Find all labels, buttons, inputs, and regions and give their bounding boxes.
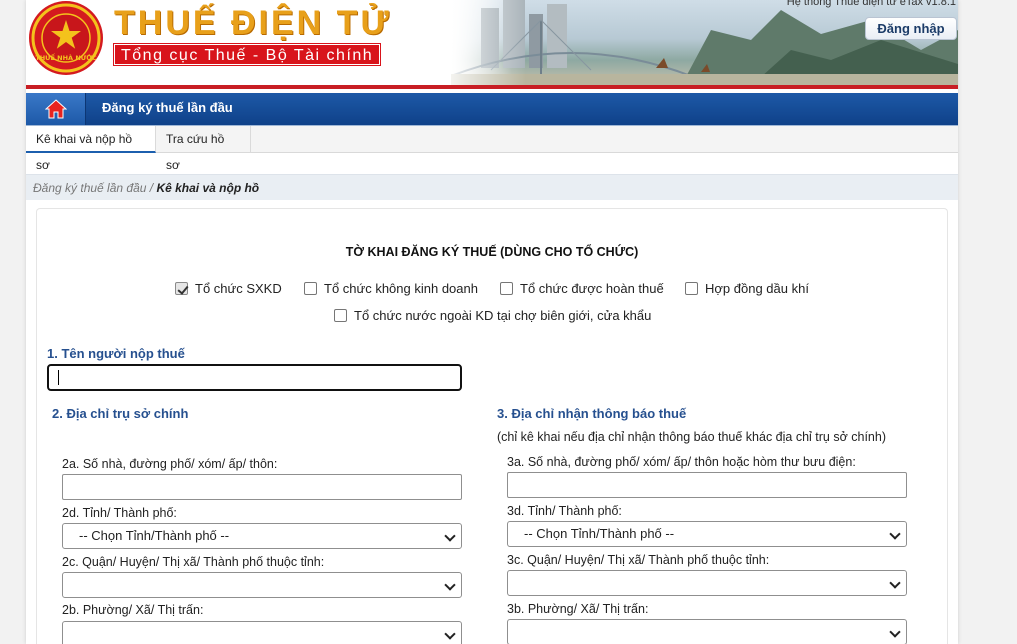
checkbox-label: Tổ chức nước ngoài KD tại chợ biên giới,… — [354, 308, 652, 323]
page: THUẾ NHÀ NƯỚC THUẾ ĐIỆN TỬ Tổng cục Thuế… — [26, 0, 958, 644]
checkbox-label: Tổ chức SXKD — [195, 281, 282, 296]
notice-address-note: (chỉ kê khai nếu địa chỉ nhận thông báo … — [497, 430, 886, 444]
chevron-down-icon — [889, 577, 901, 589]
head-office-ward-select[interactable] — [62, 621, 462, 644]
nav-item-first-registration[interactable]: Đăng ký thuế lần đầu — [102, 93, 233, 123]
tab-declare-submit[interactable]: Kê khai và nộp hồ sơ — [26, 126, 156, 172]
checkbox-box[interactable] — [334, 309, 347, 322]
chevron-down-icon — [889, 528, 901, 540]
tax-emblem-icon: THUẾ NHÀ NƯỚC — [29, 1, 103, 75]
head-office-district-label: 2c. Quận/ Huyện/ Thị xã/ Thành phố thuộc… — [62, 555, 325, 569]
version-text: Hệ thống Thuế điện tử eTax v1.8.1 — [786, 0, 956, 8]
emblem-text: THUẾ NHÀ NƯỚC — [35, 52, 97, 62]
head-office-province-label: 2d. Tỉnh/ Thành phố: — [62, 506, 177, 520]
chevron-down-icon — [889, 626, 901, 638]
form-title: TỜ KHAI ĐĂNG KÝ THUẾ (DÙNG CHO TỔ CHỨC) — [345, 245, 639, 259]
checkbox-label: Tổ chức được hoàn thuế — [520, 281, 664, 296]
tab-bar: Kê khai và nộp hồ sơ Tra cứu hồ sơ — [26, 126, 958, 172]
banner: THUẾ NHÀ NƯỚC THUẾ ĐIỆN TỬ Tổng cục Thuế… — [26, 0, 958, 86]
select-value: -- Chọn Tỉnh/Thành phố -- — [524, 526, 675, 541]
brand-title: THUẾ ĐIỆN TỬ — [114, 4, 392, 42]
home-button[interactable] — [26, 93, 86, 125]
head-office-street-input[interactable] — [62, 474, 462, 500]
checkbox-box[interactable] — [304, 282, 317, 295]
breadcrumb-parent[interactable]: Đăng ký thuế lần đầu — [33, 181, 146, 195]
breadcrumb: Đăng ký thuế lần đầu / Kê khai và nộp hồ — [26, 174, 958, 200]
head-office-title: 2. Địa chỉ trụ sở chính — [52, 406, 189, 421]
select-value: -- Chọn Tỉnh/Thành phố -- — [79, 528, 230, 543]
notice-street-input[interactable] — [507, 472, 907, 498]
chevron-down-icon — [444, 579, 456, 591]
notice-ward-select[interactable] — [507, 619, 907, 644]
home-icon — [45, 99, 67, 119]
notice-province-select[interactable]: -- Chọn Tỉnh/Thành phố -- — [507, 521, 907, 547]
breadcrumb-current: Kê khai và nộp hồ — [156, 181, 260, 195]
checkbox-oil-contract[interactable]: Hợp đồng dầu khí — [685, 281, 809, 296]
head-office-ward-label: 2b. Phường/ Xã/ Thị trấn: — [62, 603, 204, 617]
notice-ward-label: 3b. Phường/ Xã/ Thị trấn: — [507, 602, 649, 616]
notice-street-label: 3a. Số nhà, đường phố/ xóm/ ấp/ thôn hoặ… — [507, 455, 856, 469]
head-office-province-select[interactable]: -- Chọn Tỉnh/Thành phố -- — [62, 523, 462, 549]
checkbox-label: Tổ chức không kinh doanh — [324, 281, 478, 296]
banner-divider — [26, 85, 958, 89]
chevron-down-icon — [444, 628, 456, 640]
notice-address-title: 3. Địa chỉ nhận thông báo thuế — [497, 406, 687, 421]
checkbox-foreign-border[interactable]: Tổ chức nước ngoài KD tại chợ biên giới,… — [334, 308, 651, 323]
taxpayer-name-label: 1. Tên người nộp thuế — [47, 346, 185, 361]
taxpayer-name-input[interactable] — [47, 364, 462, 391]
notice-district-select[interactable] — [507, 570, 907, 596]
notice-province-label: 3d. Tỉnh/ Thành phố: — [507, 504, 622, 518]
head-office-district-select[interactable] — [62, 572, 462, 598]
tab-lookup[interactable]: Tra cứu hồ sơ — [156, 126, 251, 172]
banner-scenery — [451, 0, 958, 86]
checkbox-label: Hợp đồng dầu khí — [705, 281, 809, 296]
checkbox-non-business[interactable]: Tổ chức không kinh doanh — [304, 281, 478, 296]
text-caret — [58, 370, 59, 385]
breadcrumb-separator: / — [149, 181, 154, 195]
brand-subtitle: Tổng cục Thuế - Bộ Tài chính — [112, 43, 382, 66]
checkbox-sxkd[interactable]: Tổ chức SXKD — [175, 281, 282, 296]
login-button[interactable]: Đăng nhập — [865, 17, 957, 40]
checkbox-refund[interactable]: Tổ chức được hoàn thuế — [500, 281, 664, 296]
head-office-street-label: 2a. Số nhà, đường phố/ xóm/ ấp/ thôn: — [62, 457, 278, 471]
checkbox-box[interactable] — [175, 282, 188, 295]
chevron-down-icon — [444, 530, 456, 542]
notice-district-label: 3c. Quận/ Huyện/ Thị xã/ Thành phố thuộc… — [507, 553, 770, 567]
main-nav: Đăng ký thuế lần đầu — [26, 93, 958, 125]
checkbox-box[interactable] — [685, 282, 698, 295]
checkbox-box[interactable] — [500, 282, 513, 295]
